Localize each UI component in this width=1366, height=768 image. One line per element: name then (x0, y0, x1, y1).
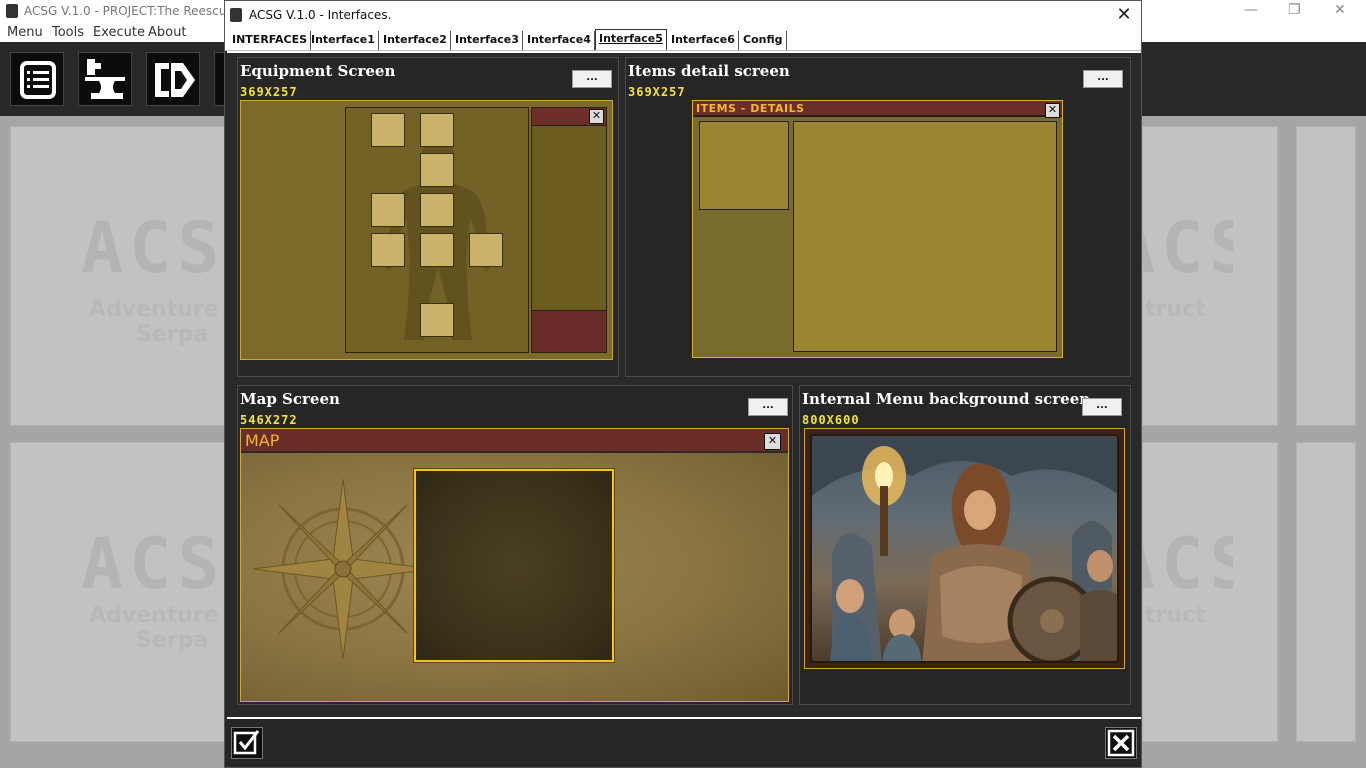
compass-rose-icon (252, 478, 434, 660)
internal-menu-background-panel: Internal Menu background screen 800X600 … (799, 385, 1131, 705)
menu-item-about[interactable]: About (148, 25, 186, 40)
dialog-title: ACSG V.1.0 - Interfaces. (249, 8, 392, 22)
minimize-icon[interactable]: — (1244, 2, 1258, 18)
items-detail-screen-title: Items detail screen (628, 62, 790, 80)
tab-interface6[interactable]: Interface6 (668, 31, 739, 50)
dialog-footer (225, 721, 1141, 767)
tab-interface4[interactable]: Interface4 (524, 31, 595, 50)
equipment-slot[interactable] (371, 113, 405, 147)
menu-item-execute[interactable]: Execute (93, 25, 145, 40)
list-icon (20, 61, 56, 99)
tab-interface5[interactable]: Interface5 (595, 29, 667, 50)
items-detail-preview[interactable]: ITEMS - DETAILS ✕ (692, 100, 1063, 358)
exit-tool-button[interactable] (146, 52, 200, 106)
items-close-icon[interactable]: ✕ (1045, 103, 1060, 118)
menu-item-tools[interactable]: Tools (52, 25, 84, 40)
app-icon (230, 8, 242, 22)
equipment-slot[interactable] (420, 193, 454, 227)
item-description-box (793, 121, 1057, 352)
project-tile[interactable] (1296, 126, 1356, 426)
map-close-icon[interactable]: ✕ (764, 433, 781, 450)
menu-item-menu[interactable]: Menu (7, 25, 43, 40)
tab-config[interactable]: Config (740, 31, 787, 50)
tile-logo-sub: truct (1145, 603, 1206, 628)
map-view-window (414, 469, 614, 662)
dialog-content: Equipment Screen 369X257 ... ✕ Items det… (227, 51, 1141, 719)
internal-menu-background-preview[interactable] (804, 428, 1125, 669)
equipment-screen-size: 369X257 (240, 85, 298, 99)
project-tile[interactable]: ACSG truct (1113, 126, 1278, 426)
items-detail-screen-panel: Items detail screen 369X257 ... ITEMS - … (625, 57, 1131, 377)
map-header: MAP (241, 429, 788, 453)
internal-menu-background-title: Internal Menu background screen (802, 390, 1091, 408)
equipment-slot[interactable] (371, 193, 405, 227)
equipment-screen-panel: Equipment Screen 369X257 ... ✕ (237, 57, 619, 377)
tab-interface1[interactable]: Interface1 (308, 31, 379, 50)
internal-menu-browse-button[interactable]: ... (1082, 398, 1122, 416)
items-detail-screen-size: 369X257 (628, 85, 686, 99)
maximize-icon[interactable]: ❐ (1288, 2, 1301, 18)
tile-logo-sub2: Serpa (136, 628, 209, 653)
tile-logo-sub: Adventure (89, 297, 219, 322)
tab-interfaces[interactable]: INTERFACES (229, 31, 312, 50)
tile-logo-sub: Adventure (89, 603, 219, 628)
project-tile[interactable]: ACSG Adventure Serpa (10, 442, 268, 742)
map-browse-button[interactable]: ... (748, 398, 788, 416)
map-preview[interactable]: MAP ✕ (240, 428, 789, 702)
dialog-titlebar: ACSG V.1.0 - Interfaces. ✕ (225, 1, 1141, 29)
tab-interface3[interactable]: Interface3 (452, 31, 523, 50)
tile-logo-sub: truct (1145, 297, 1206, 322)
background-artwork (810, 434, 1119, 663)
map-screen-title: Map Screen (240, 390, 340, 408)
forge-tool-button[interactable] (78, 52, 132, 106)
app-icon (6, 4, 18, 18)
project-tile[interactable] (1296, 442, 1356, 742)
side-panel-footer (532, 310, 606, 352)
anvil-icon (85, 59, 125, 99)
tab-interface2[interactable]: Interface2 (380, 31, 451, 50)
equipment-slot[interactable] (420, 113, 454, 147)
equipment-slot[interactable] (371, 233, 405, 267)
equipment-slot[interactable] (420, 233, 454, 267)
equipment-screen-title: Equipment Screen (240, 62, 396, 80)
exit-icon (155, 63, 195, 97)
close-icon (1107, 729, 1135, 757)
equipment-slot[interactable] (469, 233, 503, 267)
equipment-slot[interactable] (420, 303, 454, 337)
cancel-button[interactable] (1105, 727, 1137, 759)
equipment-close-icon[interactable]: ✕ (589, 109, 604, 124)
project-tile[interactable]: ACSG Adventure Serpa (10, 126, 268, 426)
tile-logo-sub2: Serpa (136, 322, 209, 347)
items-browse-button[interactable]: ... (1083, 70, 1123, 88)
adventurers-artwork-icon (812, 436, 1117, 661)
equipment-browse-button[interactable]: ... (572, 70, 612, 88)
items-details-header: ITEMS - DETAILS (693, 101, 1062, 117)
map-screen-panel: Map Screen 546X272 ... MAP ✕ (237, 385, 793, 705)
interfaces-dialog: ACSG V.1.0 - Interfaces. ✕ INTERFACES In… (224, 0, 1142, 768)
equipment-preview[interactable]: ✕ (240, 100, 613, 360)
item-icon-box (699, 121, 789, 210)
list-tool-button[interactable] (10, 52, 64, 106)
confirm-button[interactable] (231, 727, 263, 759)
map-screen-size: 546X272 (240, 413, 298, 427)
checkmark-icon (233, 730, 260, 755)
equipment-slot[interactable] (420, 153, 454, 187)
equipment-side-panel: ✕ (531, 107, 607, 353)
internal-menu-background-size: 800X600 (802, 413, 860, 427)
dialog-close-icon[interactable]: ✕ (1113, 4, 1135, 26)
tab-bar: INTERFACES Interface1 Interface2 Interfa… (225, 29, 1141, 51)
project-tile[interactable]: ACSG truct (1113, 442, 1278, 742)
close-icon[interactable]: ✕ (1334, 2, 1346, 18)
